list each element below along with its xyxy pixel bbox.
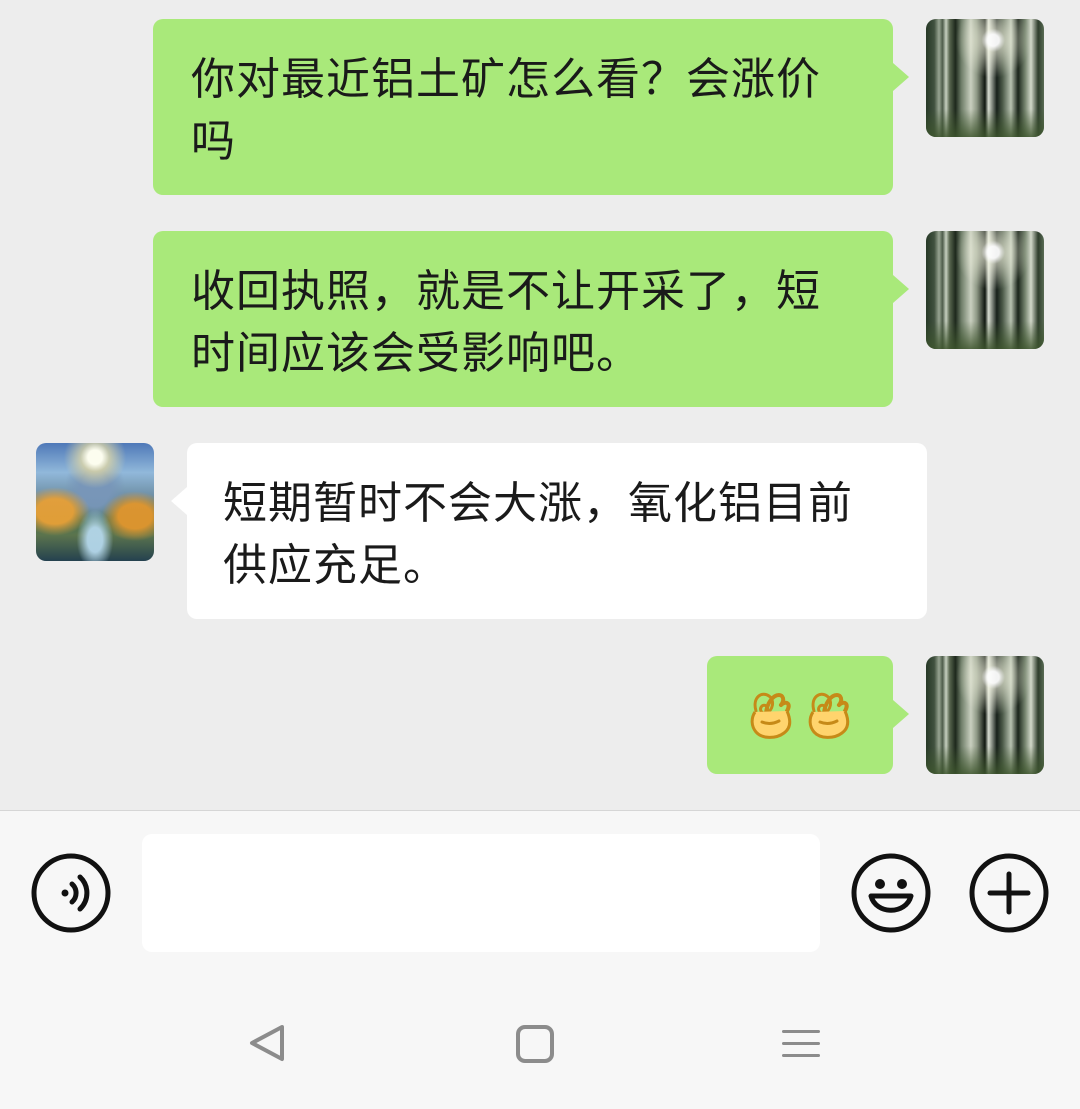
received-message-bubble[interactable]: 短期暂时不会大涨，氧化铝目前 供应充足。 — [171, 443, 927, 619]
back-triangle-icon[interactable] — [246, 1023, 288, 1063]
chat-area[interactable]: 你对最近铝土矿怎么看？会涨价 吗 收回执照，就是不让开采了，短 时间应该会受影响… — [0, 0, 1080, 810]
sent-message-bubble[interactable]: 你对最近铝土矿怎么看？会涨价 吗 — [153, 19, 909, 195]
ok-hand-icon — [750, 692, 792, 739]
message-input-bar — [0, 811, 1080, 975]
sent-message-bubble[interactable]: 收回执照，就是不让开采了，短 时间应该会受影响吧。 — [153, 231, 909, 407]
message-input[interactable] — [142, 834, 820, 952]
message-row-sent — [0, 656, 1080, 774]
message-row-received: 短期暂时不会大涨，氧化铝目前 供应充足。 — [0, 443, 1080, 619]
system-navigation-bar — [0, 975, 1080, 1109]
plus-icon[interactable] — [969, 853, 1049, 933]
voice-icon[interactable] — [31, 853, 111, 933]
ok-hand-icon — [808, 692, 850, 739]
menu-lines-icon[interactable] — [782, 1025, 820, 1063]
emoji-icon[interactable] — [851, 853, 931, 933]
self-avatar[interactable] — [926, 656, 1044, 774]
contact-avatar[interactable] — [36, 443, 154, 561]
message-row-sent: 你对最近铝土矿怎么看？会涨价 吗 — [0, 19, 1080, 195]
self-avatar[interactable] — [926, 231, 1044, 349]
message-row-sent: 收回执照，就是不让开采了，短 时间应该会受影响吧。 — [0, 231, 1080, 407]
home-square-icon[interactable] — [516, 1025, 554, 1063]
self-avatar[interactable] — [926, 19, 1044, 137]
sent-emoji-bubble[interactable] — [707, 656, 909, 774]
